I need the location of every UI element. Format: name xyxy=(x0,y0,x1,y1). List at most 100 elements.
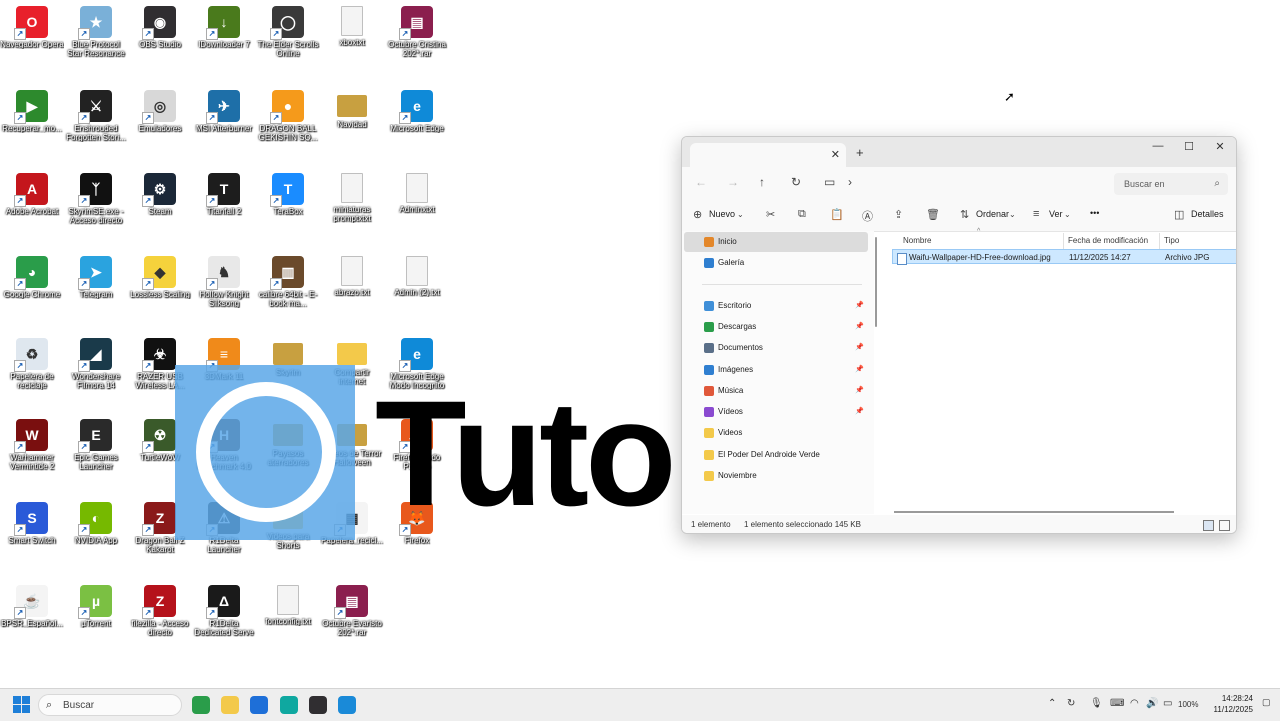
column-type[interactable]: Tipo xyxy=(1164,236,1179,245)
details-pane-icon[interactable]: ◫ xyxy=(1174,208,1184,221)
chevron-right-icon[interactable]: › xyxy=(848,175,852,189)
title-bar[interactable]: ✕ + — ☐ ✕ xyxy=(682,137,1236,167)
column-separator[interactable] xyxy=(1063,233,1064,249)
share-icon[interactable]: ⇪ xyxy=(894,208,903,221)
microphone-icon[interactable]: 🎙 xyxy=(1090,698,1103,709)
keyboard-icon[interactable]: ⌨ xyxy=(1110,698,1124,709)
chrome-taskbar-icon[interactable] xyxy=(192,696,210,714)
back-arrow-icon[interactable]: ← xyxy=(695,175,707,189)
desktop-icon[interactable]: ◆Lossless Scaling xyxy=(128,252,192,299)
file-row[interactable]: Waifu-Wallpaper-HD-Free-download.jpg 11/… xyxy=(892,249,1236,265)
nav-item[interactable]: Vídeos 📌 xyxy=(684,402,868,422)
new-button[interactable]: Nuevo xyxy=(709,209,735,219)
chevron-up-icon[interactable]: ⌃ xyxy=(1048,698,1056,709)
pin-icon[interactable]: 📌 xyxy=(855,365,864,373)
clock[interactable]: 14:28:24 11/12/2025 xyxy=(1207,693,1253,715)
desktop-icon[interactable]: EEpic Games Launcher xyxy=(64,415,128,471)
desktop-icon[interactable]: ◐NVIDIA App xyxy=(64,498,128,545)
nav-item[interactable]: Descargas 📌 xyxy=(684,317,868,337)
desktop-icon[interactable]: ➤Telegram xyxy=(64,252,128,299)
desktop-icon[interactable]: Adminxtxt xyxy=(385,169,449,214)
desktop-icon[interactable]: ☕BPSR_Español... xyxy=(0,581,64,628)
desktop-icon[interactable]: xboxtxt xyxy=(320,2,384,47)
tab-close-icon[interactable]: ✕ xyxy=(831,148,840,161)
desktop-icon[interactable]: fontconfig.txt xyxy=(256,581,320,626)
desktop-icon[interactable]: eMicrosoft Edge xyxy=(385,86,449,133)
rename-icon[interactable]: Ⓐ xyxy=(862,208,873,224)
desktop-icon[interactable]: Zfilezilla - Acceso directo xyxy=(128,581,192,637)
monitor-icon[interactable]: ▭ xyxy=(824,175,835,189)
horizontal-scrollbar[interactable] xyxy=(894,511,1174,513)
desktop-icon[interactable]: miniaturas promptxtxt xyxy=(320,169,384,223)
volume-icon[interactable]: 🔊 xyxy=(1146,698,1158,709)
desktop-icon[interactable]: ●DRAGON BALL GEKISHIN SQ... xyxy=(256,86,320,142)
chevron-down-icon[interactable]: ⌄ xyxy=(1009,210,1016,219)
sync-icon[interactable]: ↻ xyxy=(1067,698,1075,709)
tiles-view-icon[interactable] xyxy=(1219,520,1230,531)
desktop-icon[interactable]: ⚙Steam xyxy=(128,169,192,216)
more-options-button[interactable]: ••• xyxy=(1090,208,1099,218)
delete-icon[interactable]: 🗑 xyxy=(926,208,940,221)
pin-icon[interactable]: 📌 xyxy=(855,322,864,330)
desktop-icon[interactable]: Navidad xyxy=(320,86,384,129)
view-button[interactable]: Ver xyxy=(1049,209,1063,219)
desktop-icon[interactable]: ◯The Elder Scrolls Online xyxy=(256,2,320,58)
copy-icon[interactable]: ⧉ xyxy=(798,208,806,221)
paste-icon[interactable]: 📋 xyxy=(830,208,844,221)
minimize-button[interactable]: — xyxy=(1143,140,1173,152)
store-taskbar-icon[interactable] xyxy=(250,696,268,714)
desktop-icon[interactable]: ★Blue Protocol Star Resonance xyxy=(64,2,128,58)
explorer-taskbar-icon[interactable] xyxy=(221,696,239,714)
desktop-icon[interactable]: ◉OBS Studio xyxy=(128,2,192,49)
close-button[interactable]: ✕ xyxy=(1205,140,1235,153)
pin-icon[interactable]: 📌 xyxy=(855,343,864,351)
desktop-icon[interactable]: WWarhammer Vermintide 2 xyxy=(0,415,64,471)
desktop-icon[interactable]: ▶Recuperar_mo... xyxy=(0,86,64,133)
details-button[interactable]: Detalles xyxy=(1191,209,1224,219)
desktop-icon[interactable]: TTitanfall 2 xyxy=(192,169,256,216)
column-separator[interactable] xyxy=(1159,233,1160,249)
desktop-icon[interactable]: SSmart Switch xyxy=(0,498,64,545)
plus-icon[interactable]: ⊕ xyxy=(693,208,702,221)
taskbar-search[interactable]: ⌕ Buscar xyxy=(38,694,182,716)
desktop-icon[interactable]: ♞Hollow Knight Silksong xyxy=(192,252,256,308)
wifi-icon[interactable]: ◠ xyxy=(1130,698,1139,709)
nav-item[interactable]: Imágenes 📌 xyxy=(684,360,868,380)
pin-icon[interactable]: 📌 xyxy=(855,301,864,309)
desktop-icon[interactable]: ◎Emuladores xyxy=(128,86,192,133)
refresh-icon[interactable]: ↻ xyxy=(791,175,801,189)
desktop-icon[interactable]: Admin (2).txt xyxy=(385,252,449,297)
details-view-icon[interactable] xyxy=(1203,520,1214,531)
desktop-icon[interactable]: ▥calibre 64bit - E-book ma... xyxy=(256,252,320,308)
desktop-icon[interactable]: ◕Google Chrome xyxy=(0,252,64,299)
column-modified[interactable]: Fecha de modificación xyxy=(1068,236,1148,245)
windows-start-icon[interactable] xyxy=(13,696,30,713)
desktop-icon[interactable]: ᛉSkyrimSE.exe - Acceso directo xyxy=(64,169,128,225)
nav-item[interactable]: Videos xyxy=(684,423,868,443)
nav-scrollbar[interactable] xyxy=(875,237,877,327)
chevron-down-icon[interactable]: ⌄ xyxy=(737,210,744,219)
nav-item[interactable]: Noviembre xyxy=(684,466,868,486)
notepad-taskbar-icon[interactable] xyxy=(338,696,356,714)
chevron-down-icon[interactable]: ⌄ xyxy=(1064,210,1071,219)
view-icon[interactable]: ≡ xyxy=(1033,208,1039,220)
desktop-icon[interactable]: ⚔Enshrouded Forgotten Stori... xyxy=(64,86,128,142)
sort-button[interactable]: Ordenar xyxy=(976,209,1009,219)
desktop-icon[interactable]: ◢Wondershare Filmora 14 xyxy=(64,334,128,390)
desktop-icon[interactable]: ΔR1Delta Dedicated Serve xyxy=(192,581,256,637)
desktop-icon[interactable]: ▤Octubre Cristina 202*.rar xyxy=(385,2,449,58)
nav-item[interactable]: Escritorio 📌 xyxy=(684,296,868,316)
desktop-icon[interactable]: abrazo.txt xyxy=(320,252,384,297)
nav-item[interactable]: Inicio xyxy=(684,232,868,252)
desktop-icon[interactable]: ONavegador Opera xyxy=(0,2,64,49)
nav-item[interactable]: El Poder Del Androide Verde xyxy=(684,445,868,465)
new-tab-button[interactable]: + xyxy=(856,145,864,160)
explorer-tab[interactable]: ✕ xyxy=(690,143,846,167)
battery-icon[interactable]: ▭ xyxy=(1163,698,1172,709)
desktop-icon[interactable]: ↓IDownloader 7 xyxy=(192,2,256,49)
cut-icon[interactable]: ✂ xyxy=(766,208,775,221)
obs-taskbar-icon[interactable] xyxy=(309,696,327,714)
maximize-button[interactable]: ☐ xyxy=(1174,140,1204,153)
desktop-icon[interactable]: µµTorrent xyxy=(64,581,128,628)
desktop-icon[interactable]: ✈MSI Afterburner xyxy=(192,86,256,133)
